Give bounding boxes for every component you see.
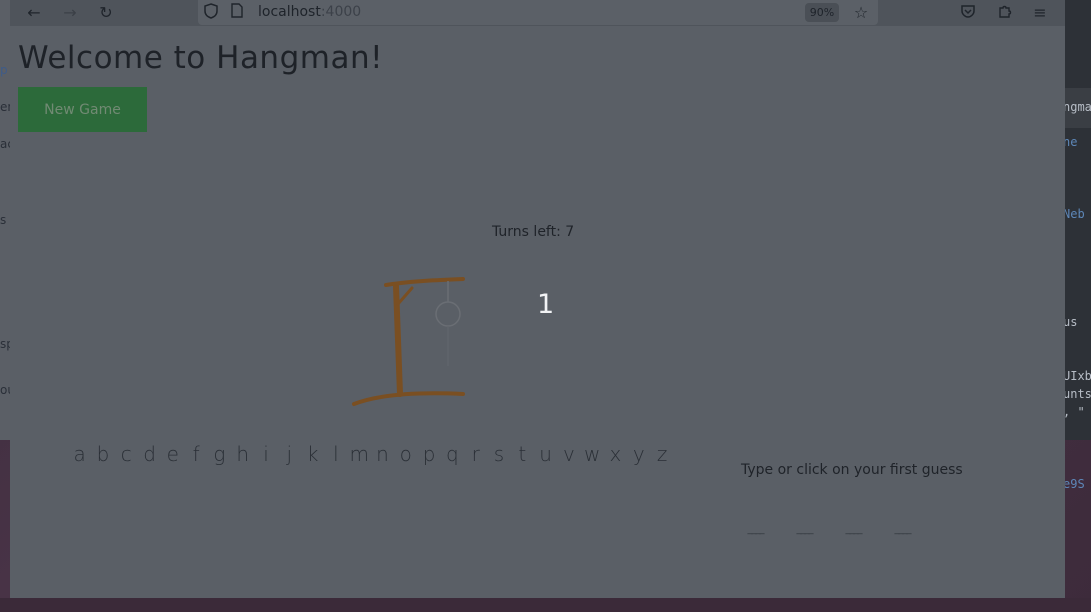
letter-key-g[interactable]: g [208, 442, 231, 466]
url-host: localhost [258, 4, 321, 20]
gallows-beam [384, 277, 465, 287]
letter-key-b[interactable]: b [91, 442, 114, 466]
countdown-number: 1 [537, 289, 555, 320]
reload-icon[interactable]: ↻ [96, 3, 116, 23]
letter-key-y[interactable]: y [627, 442, 650, 466]
letter-key-e[interactable]: e [161, 442, 184, 466]
letter-key-f[interactable]: f [184, 442, 207, 466]
turns-left-label: Turns left: 7 [492, 224, 575, 240]
letter-key-v[interactable]: v [557, 442, 580, 466]
letter-key-m[interactable]: m [348, 442, 371, 466]
background-text: s [0, 213, 7, 227]
url-text[interactable]: localhost:4000 [258, 4, 361, 20]
pocket-icon[interactable] [958, 3, 978, 23]
letter-key-t[interactable]: t [511, 442, 534, 466]
letter-key-u[interactable]: u [534, 442, 557, 466]
letter-keyboard: abcdefghijklmnopqrstuvwxyz [68, 442, 674, 466]
forward-icon[interactable]: → [60, 3, 80, 23]
word-blank: ____ [747, 524, 765, 535]
letter-key-o[interactable]: o [394, 442, 417, 466]
background-text: unts [1063, 387, 1091, 401]
letter-key-x[interactable]: x [604, 442, 627, 466]
word-blank: ____ [894, 524, 912, 535]
letter-key-j[interactable]: j [278, 442, 301, 466]
new-game-button[interactable]: New Game [18, 87, 147, 132]
gallows-base [352, 391, 465, 406]
word-blank: ____ [845, 524, 863, 535]
back-icon[interactable]: ← [24, 3, 44, 23]
background-text: Neb [1063, 207, 1085, 221]
background-text: us [1063, 315, 1078, 329]
letter-key-i[interactable]: i [254, 442, 277, 466]
letter-key-c[interactable]: c [115, 442, 138, 466]
letter-key-h[interactable]: h [231, 442, 254, 466]
letter-key-r[interactable]: r [464, 442, 487, 466]
desktop-background [0, 598, 1091, 612]
letter-key-k[interactable]: k [301, 442, 324, 466]
page-icon [227, 3, 247, 23]
letter-key-q[interactable]: q [441, 442, 464, 466]
letter-key-s[interactable]: s [487, 442, 510, 466]
background-text: , " [1063, 405, 1085, 419]
gallows-brace [396, 286, 414, 306]
hangman-page: Welcome to Hangman! New Game Turns left:… [10, 26, 1065, 598]
background-text: ne [1063, 135, 1078, 149]
browser-toolbar: ← → ↻ localhost:4000 90% ☆ ≡ [10, 0, 1065, 26]
shield-icon[interactable] [201, 3, 221, 23]
background-text: ngma [1063, 100, 1091, 114]
browser-window: ← → ↻ localhost:4000 90% ☆ ≡ Welcome to … [10, 0, 1065, 598]
letter-key-z[interactable]: z [650, 442, 673, 466]
zoom-level-badge[interactable]: 90% [805, 3, 839, 22]
url-bar[interactable]: localhost:4000 90% ☆ [198, 0, 878, 25]
letter-key-a[interactable]: a [68, 442, 91, 466]
letter-key-l[interactable]: l [324, 442, 347, 466]
url-port: :4000 [320, 4, 362, 20]
word-blank: ____ [796, 524, 814, 535]
gallows-image [352, 277, 465, 406]
hangman-head [435, 301, 461, 327]
letter-key-n[interactable]: n [371, 442, 394, 466]
background-text: UIxb [1063, 369, 1091, 383]
letter-key-p[interactable]: p [417, 442, 440, 466]
extensions-icon[interactable] [995, 3, 1015, 23]
bookmark-star-icon[interactable]: ☆ [851, 3, 871, 23]
letter-key-w[interactable]: w [581, 442, 604, 466]
guess-prompt: Type or click on your first guess [741, 462, 963, 478]
letter-key-d[interactable]: d [138, 442, 161, 466]
background-text: p [0, 63, 8, 77]
menu-icon[interactable]: ≡ [1030, 3, 1050, 23]
background-window-right: ngma ne Neb us UIxb unts , " e9S [1063, 0, 1091, 491]
page-title: Welcome to Hangman! [18, 40, 384, 76]
background-text: e9S [1063, 477, 1085, 491]
word-blanks: ____ ____ ____ ____ [740, 523, 918, 537]
